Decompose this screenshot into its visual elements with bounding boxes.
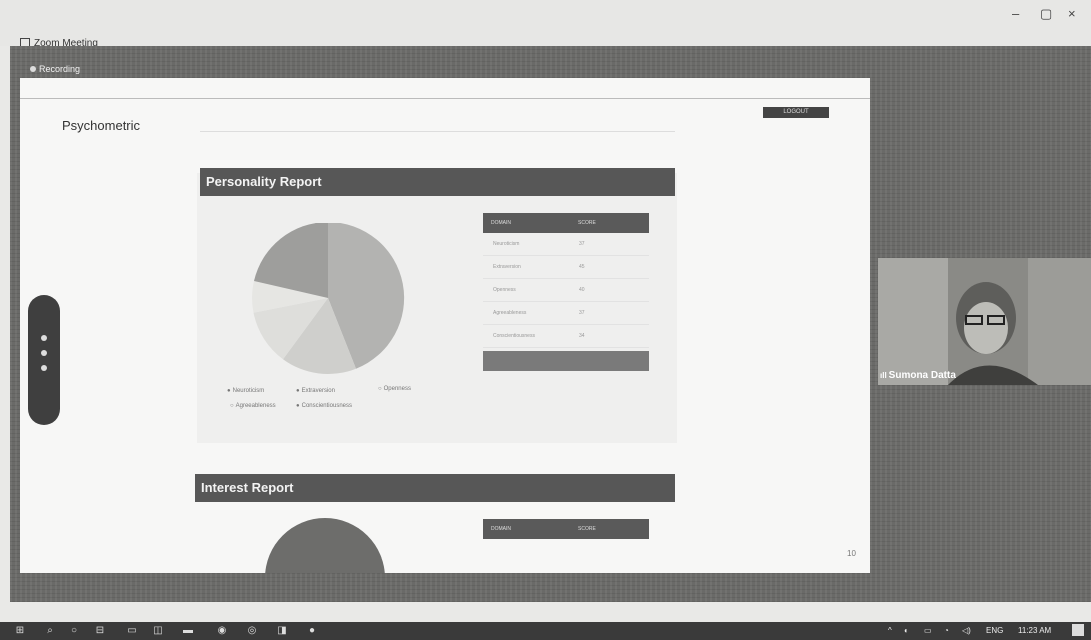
pie-slice: [265, 518, 385, 573]
clock[interactable]: 11:23 AM: [1018, 626, 1051, 635]
wifi-icon[interactable]: ◔: [944, 626, 949, 635]
chevron-up-icon[interactable]: ^: [888, 626, 892, 635]
logout-button[interactable]: LOGOUT: [763, 107, 829, 118]
floating-nav: [28, 295, 60, 425]
legend-item-openness: ○ Openness: [378, 386, 411, 392]
minimize-button[interactable]: –: [1012, 6, 1019, 21]
personality-pie-chart: [252, 223, 405, 375]
participant-name: ıll Sumona Datta: [880, 370, 956, 381]
signal-icon: ıll: [880, 371, 887, 380]
table-row: Neuroticism 37: [483, 233, 649, 256]
participant-photo: [878, 258, 1091, 385]
network-icon[interactable]: ◐: [904, 626, 909, 635]
table-header: DOMAIN SCORE: [483, 213, 649, 233]
chrome-icon[interactable]: ◎: [246, 625, 258, 637]
mail-icon[interactable]: ▬: [182, 625, 194, 637]
file-explorer-icon[interactable]: ▭: [126, 625, 138, 637]
shared-screen: LOGOUT Psychometric Personality Report ●…: [20, 78, 870, 573]
home-icon[interactable]: [41, 335, 47, 341]
personality-table: DOMAIN SCORE Neuroticism 37 Extraversion 4…: [483, 213, 649, 371]
app-icon-2[interactable]: ●: [306, 625, 318, 637]
notification-icon[interactable]: [1072, 624, 1084, 636]
windows-start-icon[interactable]: ⊞: [14, 625, 26, 637]
table-row: Openness 40: [483, 279, 649, 302]
table-row: Conscientiousness 34: [483, 325, 649, 348]
interest-table: DOMAIN SCORE: [483, 519, 649, 539]
battery-icon[interactable]: ▭: [924, 626, 932, 635]
close-button[interactable]: ×: [1068, 6, 1076, 21]
recording-indicator[interactable]: Recording: [30, 64, 80, 74]
page-number: 10: [847, 549, 856, 558]
table-row: Agreeableness 37: [483, 302, 649, 325]
table-header: DOMAIN SCORE: [483, 519, 649, 539]
volume-icon[interactable]: ◁): [962, 626, 971, 635]
zoom-app-icon[interactable]: ◉: [216, 625, 228, 637]
app-icon[interactable]: ◨: [276, 625, 288, 637]
legend-item-conscientiousness: ● Conscientiousness: [296, 403, 352, 409]
language-indicator[interactable]: ENG: [986, 626, 1003, 635]
table-row: Extraversion 45: [483, 256, 649, 279]
legend-item-agreeableness: ○ Agreeableness: [230, 403, 276, 409]
store-icon[interactable]: ◫: [152, 625, 164, 637]
brand-logo: Psychometric: [62, 118, 141, 133]
legend-item-neuroticism: ● Neuroticism: [227, 388, 265, 394]
interest-report-title: Interest Report: [195, 474, 675, 502]
brand-divider: [200, 131, 675, 132]
header-divider: [20, 98, 870, 99]
user-icon[interactable]: [41, 350, 47, 356]
maximize-button[interactable]: ▢: [1040, 6, 1052, 22]
search-icon[interactable]: ⌕: [44, 625, 56, 637]
legend-item-extraversion: ● Extraversion: [296, 388, 335, 394]
task-view-icon[interactable]: ⊟: [94, 625, 106, 637]
table-footer: [483, 351, 649, 371]
record-icon: [30, 66, 36, 72]
window-title-bar: [0, 0, 1091, 46]
interest-pie-chart: [265, 518, 385, 573]
participant-video[interactable]: [878, 258, 1091, 385]
cortana-icon[interactable]: ○: [68, 625, 80, 637]
info-icon[interactable]: [41, 365, 47, 371]
personality-report-title: Personality Report: [200, 168, 675, 196]
